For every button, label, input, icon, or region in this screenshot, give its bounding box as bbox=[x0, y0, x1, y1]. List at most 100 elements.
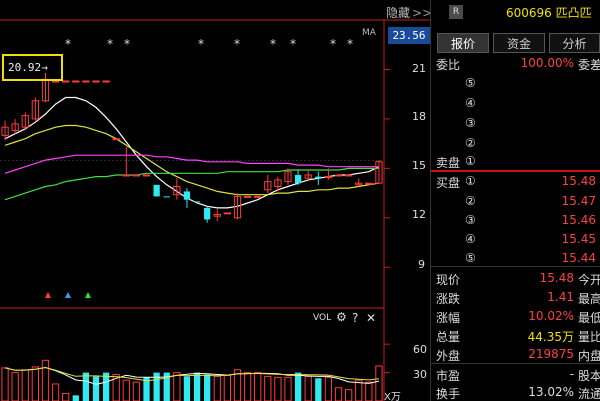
volume-tick: 30 bbox=[413, 368, 427, 381]
candle-body bbox=[254, 195, 262, 198]
candle-body bbox=[344, 174, 353, 177]
signal-triangle-icon bbox=[45, 292, 51, 298]
candle-body bbox=[294, 174, 302, 184]
stat-suffix: 今开 bbox=[578, 273, 600, 287]
tab-funds[interactable]: 资金 bbox=[493, 33, 545, 53]
current-price-axis-label: 23.56 bbox=[388, 27, 430, 44]
event-marker[interactable]: * bbox=[330, 37, 336, 51]
candle-body bbox=[102, 80, 110, 83]
candle-body bbox=[153, 184, 160, 197]
stat-label: 涨跌 bbox=[436, 292, 461, 306]
sell-label: 卖盘 bbox=[436, 156, 461, 170]
candle-body bbox=[62, 80, 70, 83]
kline-chart-area[interactable] bbox=[0, 0, 430, 401]
candle-body bbox=[204, 207, 211, 220]
stat-value: 15.48 bbox=[539, 271, 574, 285]
volume-bar bbox=[375, 365, 383, 401]
volume-label: VOL bbox=[313, 313, 332, 323]
candle-body bbox=[334, 174, 343, 177]
volume-tick: 60 bbox=[413, 343, 427, 356]
price-callout: 20.92→ bbox=[2, 54, 63, 81]
price-tick: 18 bbox=[412, 110, 426, 123]
candle-body bbox=[324, 176, 333, 179]
volume-bar bbox=[21, 369, 29, 401]
help-icon[interactable]: ? bbox=[352, 311, 358, 325]
sell-level-4: ④ bbox=[465, 96, 476, 110]
stat-label: 市盈 bbox=[436, 369, 461, 383]
candle-body bbox=[92, 80, 100, 83]
buy-level-price: 15.45 bbox=[561, 232, 596, 246]
candle-body bbox=[72, 80, 80, 83]
ma-label: MA bbox=[362, 28, 376, 38]
volume-bar bbox=[183, 376, 191, 401]
event-marker[interactable]: * bbox=[65, 37, 71, 51]
volume-bar bbox=[344, 389, 353, 401]
volume-unit: X万 bbox=[384, 392, 401, 401]
kline-chart-svg[interactable] bbox=[0, 0, 430, 401]
volume-bar bbox=[62, 392, 70, 401]
buy-level-price: 15.47 bbox=[561, 194, 596, 208]
volume-bar bbox=[51, 383, 60, 401]
volume-bar bbox=[193, 372, 201, 401]
stat-value: 10.02% bbox=[528, 309, 574, 323]
hide-panel-button[interactable]: 隐藏 >> bbox=[386, 4, 432, 21]
bid-ask-divider bbox=[431, 170, 600, 172]
candle-body bbox=[51, 80, 60, 83]
candle-body bbox=[365, 182, 373, 185]
event-marker[interactable]: * bbox=[198, 37, 204, 51]
volume-bar bbox=[82, 372, 90, 401]
stat-value: - bbox=[569, 367, 574, 381]
buy-label: 买盘 bbox=[436, 176, 461, 190]
rzrq-badge: R bbox=[449, 5, 463, 19]
event-marker[interactable]: * bbox=[107, 37, 113, 51]
buy-level-num: ⑤ bbox=[465, 251, 476, 265]
candle-body bbox=[183, 191, 191, 200]
stat-value: 1.41 bbox=[547, 290, 574, 304]
volume-bar bbox=[204, 374, 211, 401]
buy-level-num: ① bbox=[465, 174, 476, 188]
candle-body bbox=[122, 174, 130, 177]
volume-bar bbox=[31, 366, 40, 401]
event-marker[interactable]: * bbox=[270, 37, 276, 51]
candle-body bbox=[163, 196, 170, 198]
event-marker[interactable]: * bbox=[124, 37, 130, 51]
candle-body bbox=[112, 138, 120, 141]
buy-level-price: 15.46 bbox=[561, 213, 596, 227]
sell-level-1: ① bbox=[465, 154, 476, 168]
buy-level-num: ④ bbox=[465, 232, 476, 246]
volume-bar bbox=[122, 379, 130, 401]
volume-bar bbox=[223, 374, 232, 401]
stat-value: 219875 bbox=[528, 347, 574, 361]
stat-suffix: 股本 bbox=[578, 369, 600, 383]
stat-value: 44.35万 bbox=[527, 330, 574, 344]
volume-bar bbox=[1, 367, 9, 401]
volume-bar bbox=[11, 372, 19, 401]
weibi-value: 100.00% bbox=[520, 56, 574, 70]
sell-level-2: ② bbox=[465, 136, 476, 150]
tab-analysis[interactable]: 分析 bbox=[549, 33, 600, 53]
buy-level-price: 15.48 bbox=[561, 174, 596, 188]
volume-bar bbox=[284, 376, 292, 401]
volume-bar bbox=[274, 376, 282, 401]
price-tick: 15 bbox=[412, 159, 426, 172]
volume-bar bbox=[365, 381, 373, 401]
buy-level-num: ③ bbox=[465, 213, 476, 227]
close-icon[interactable]: ✕ bbox=[366, 311, 376, 325]
tab-quote[interactable]: 报价 bbox=[437, 33, 489, 53]
buy-level-num: ② bbox=[465, 194, 476, 208]
gear-icon[interactable]: ⚙ bbox=[336, 310, 347, 324]
candle-body bbox=[193, 201, 201, 203]
volume-bar bbox=[264, 375, 272, 401]
stat-label: 换手 bbox=[436, 387, 461, 401]
volume-bar bbox=[324, 376, 333, 401]
weici-label: 委差 bbox=[578, 58, 600, 72]
volume-bar bbox=[355, 379, 363, 401]
volume-bar bbox=[294, 372, 302, 401]
stat-label: 总量 bbox=[436, 330, 461, 344]
weibi-label: 委比 bbox=[436, 58, 461, 72]
event-marker[interactable]: * bbox=[290, 37, 296, 51]
event-marker[interactable]: * bbox=[347, 37, 353, 51]
event-marker[interactable]: * bbox=[234, 37, 240, 51]
price-tick: 9 bbox=[418, 258, 425, 271]
volume-bar bbox=[334, 387, 343, 401]
